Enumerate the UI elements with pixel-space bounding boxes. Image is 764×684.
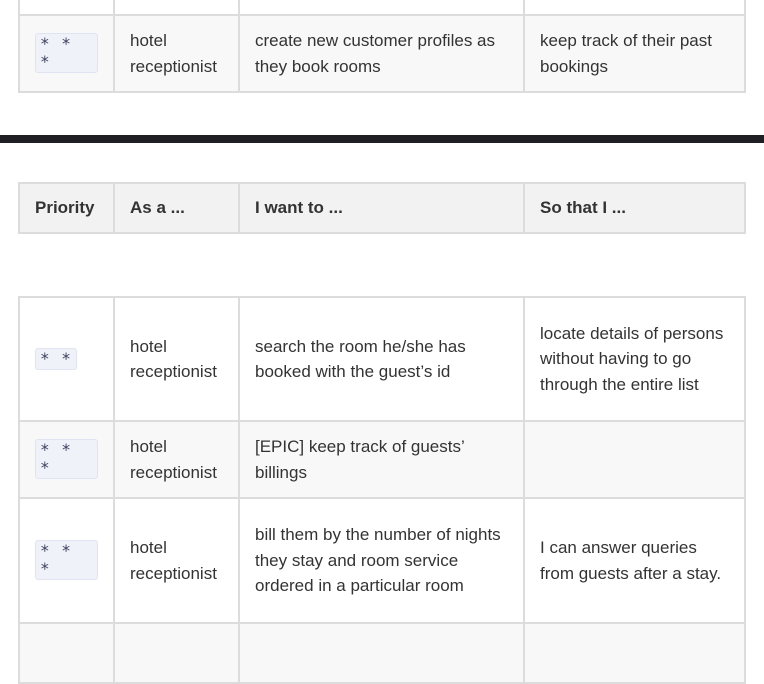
header-priority: Priority: [18, 182, 115, 234]
table-row: * * * hotel receptionist bill them by th…: [18, 497, 746, 624]
want-cell: search the room he/she has booked with t…: [238, 296, 525, 422]
role-cell: [113, 622, 240, 684]
table-row: * * hotel receptionist search the room h…: [18, 296, 746, 422]
role-cell: hotel receptionist: [113, 420, 240, 499]
priority-cell: * * *: [18, 14, 115, 93]
priority-code: * *: [35, 348, 77, 371]
table-row: [18, 0, 746, 16]
want-cell: [238, 622, 525, 684]
header-i-want-to: I want to ...: [238, 182, 525, 234]
benefit-cell: locate details of persons without having…: [523, 296, 746, 422]
header-so-that-i: So that I ...: [523, 182, 746, 234]
priority-cell: * *: [18, 296, 115, 422]
benefit-cell: I can answer queries from guests after a…: [523, 497, 746, 624]
user-stories-table-top: * * * hotel receptionist create new cust…: [18, 0, 746, 93]
user-stories-table-header: Priority As a ... I want to ... So that …: [18, 182, 746, 234]
priority-cell: [18, 0, 115, 16]
want-cell: create new customer profiles as they boo…: [238, 14, 525, 93]
want-cell: bill them by the number of nights they s…: [238, 497, 525, 624]
priority-cell: * * *: [18, 420, 115, 499]
table-header-row: Priority As a ... I want to ... So that …: [18, 182, 746, 234]
section-divider: [0, 135, 764, 143]
role-cell: hotel receptionist: [113, 14, 240, 93]
want-cell: [238, 0, 525, 16]
table-row: [18, 622, 746, 684]
benefit-cell: [523, 0, 746, 16]
want-cell: [EPIC] keep track of guests’ billings: [238, 420, 525, 499]
role-cell: hotel receptionist: [113, 497, 240, 624]
user-stories-table-body: * * hotel receptionist search the room h…: [18, 296, 746, 684]
priority-cell: [18, 622, 115, 684]
benefit-cell: [523, 622, 746, 684]
benefit-cell: [523, 420, 746, 499]
header-as-a: As a ...: [113, 182, 240, 234]
role-cell: hotel receptionist: [113, 296, 240, 422]
benefit-cell: keep track of their past bookings: [523, 14, 746, 93]
table-row: * * * hotel receptionist [EPIC] keep tra…: [18, 420, 746, 499]
priority-code: * * *: [35, 539, 98, 580]
priority-cell: * * *: [18, 497, 115, 624]
priority-code: * * *: [35, 438, 98, 479]
table-row: * * * hotel receptionist create new cust…: [18, 14, 746, 93]
role-cell: [113, 0, 240, 16]
priority-code: * * *: [35, 32, 98, 73]
